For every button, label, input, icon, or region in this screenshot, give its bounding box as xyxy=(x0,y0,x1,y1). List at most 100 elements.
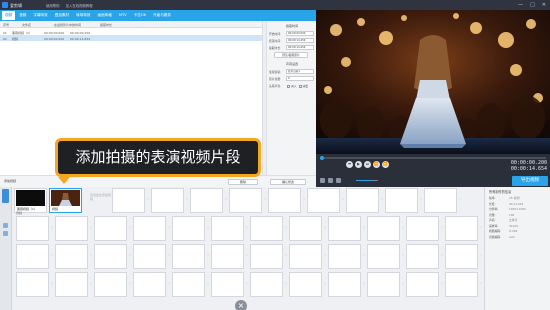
end-time-field[interactable]: 00:00:14.454 xyxy=(286,38,314,43)
empty-clip-slot[interactable] xyxy=(16,244,49,269)
empty-clip-slot[interactable] xyxy=(328,244,361,269)
empty-clip-slot[interactable] xyxy=(172,272,205,297)
tab-audio[interactable]: 音频 xyxy=(16,11,29,20)
fade-in-label: 淡入 xyxy=(291,84,297,88)
empty-clip-slot[interactable] xyxy=(151,188,184,213)
seek-bar[interactable] xyxy=(320,155,546,160)
empty-clip-slot[interactable] xyxy=(250,216,283,241)
fast-forward-icon[interactable]: ⏩ xyxy=(382,161,389,168)
volume-slider[interactable]: 0 xyxy=(286,76,314,81)
empty-clip-slot[interactable] xyxy=(268,188,301,213)
tab-transitions[interactable]: 转场特效 xyxy=(73,11,93,20)
empty-clip-slot[interactable] xyxy=(16,216,49,241)
empty-clip-slot[interactable] xyxy=(211,244,244,269)
confirm-button[interactable]: 确认修改 xyxy=(270,179,306,185)
empty-clip-slot[interactable] xyxy=(328,272,361,297)
empty-clip-slot[interactable] xyxy=(445,216,478,241)
fade-out-checkbox[interactable] xyxy=(298,84,302,88)
playback-buttons: ⏮ ▶ ⏭ ⏪ ⏩ xyxy=(346,161,389,168)
tab-video[interactable]: 视频 xyxy=(2,11,16,20)
add-video-button[interactable]: 添加视频 xyxy=(4,178,24,184)
empty-clip-slot[interactable] xyxy=(172,244,205,269)
empty-clip-slot[interactable] xyxy=(307,188,340,213)
app-title: 爱剪辑 xyxy=(10,3,22,8)
empty-clip-slot[interactable] xyxy=(112,188,145,213)
empty-clip-slot[interactable] xyxy=(133,244,166,269)
empty-clip-slot[interactable] xyxy=(445,244,478,269)
minimize-icon[interactable]: — xyxy=(518,2,523,8)
empty-clip-slot[interactable] xyxy=(289,272,322,297)
volume-bar[interactable] xyxy=(356,180,378,181)
volume-fill xyxy=(356,180,371,181)
empty-clip-slot[interactable] xyxy=(367,244,400,269)
empty-clip-slot[interactable] xyxy=(94,216,127,241)
empty-clip-slot[interactable] xyxy=(172,216,205,241)
export-video-button[interactable]: 导出视频 xyxy=(512,176,548,186)
tab-subtitle-effects[interactable]: 字幕特效 xyxy=(30,11,50,20)
maximize-icon[interactable]: □ xyxy=(530,2,535,8)
volume-row: 原片音量: 0 xyxy=(269,76,316,81)
zoom-out-icon[interactable] xyxy=(3,231,8,236)
tab-mtv[interactable]: MTV xyxy=(116,11,130,20)
clip-video[interactable]: 视频 xyxy=(49,188,82,213)
empty-clip-slot[interactable] xyxy=(211,216,244,241)
track-select[interactable]: 原片音轨1 xyxy=(286,69,314,74)
empty-clip-slot[interactable] xyxy=(229,188,262,213)
tab-overlay[interactable]: 叠加素材 xyxy=(52,11,72,20)
fullscreen-icon[interactable] xyxy=(320,178,325,183)
empty-clip-slot[interactable] xyxy=(445,272,478,297)
snapshot-icon[interactable] xyxy=(328,178,333,183)
empty-clip-slot[interactable] xyxy=(94,272,127,297)
empty-clip-slot[interactable] xyxy=(55,216,88,241)
clip-black[interactable]: 黑幕视频（1） xyxy=(14,188,47,213)
next-icon[interactable]: ⏭ xyxy=(364,161,371,168)
empty-clip-slot[interactable] xyxy=(133,272,166,297)
empty-clip-slot[interactable] xyxy=(133,216,166,241)
fade-in-checkbox[interactable] xyxy=(287,84,290,88)
previous-icon[interactable]: ⏮ xyxy=(346,161,353,168)
tab-style[interactable]: 画面风格 xyxy=(95,11,115,20)
empty-clip-slot[interactable] xyxy=(94,244,127,269)
video-preview[interactable] xyxy=(316,10,550,154)
empty-clip-slot[interactable] xyxy=(289,244,322,269)
tab-karaoke[interactable]: 卡拉OK xyxy=(131,11,149,20)
seek-thumb[interactable] xyxy=(320,155,324,160)
close-timeline-icon[interactable]: × xyxy=(235,300,247,310)
play-icon[interactable]: ▶ xyxy=(355,161,362,168)
empty-clip-slot[interactable] xyxy=(190,188,223,213)
empty-clip-slot[interactable] xyxy=(250,272,283,297)
empty-clip-slot[interactable] xyxy=(385,188,418,213)
table-row-selected[interactable]: 02 视频 00:00:00.200 00:00:14.654 xyxy=(0,35,262,41)
delete-button[interactable]: 删除 xyxy=(228,179,258,185)
duration-row: 截取时长: 00:00:14.454 xyxy=(269,45,316,50)
zoom-in-icon[interactable] xyxy=(3,223,8,228)
start-time-field[interactable]: 00:00:00.000 xyxy=(286,31,314,36)
empty-clip-slot[interactable] xyxy=(16,272,49,297)
preview-trim-button[interactable]: 预览/截取原片 xyxy=(274,52,308,58)
empty-clip-slot[interactable] xyxy=(289,216,322,241)
empty-clip-slot[interactable] xyxy=(367,216,400,241)
close-icon[interactable]: ✕ xyxy=(542,2,546,8)
empty-clip-slot[interactable] xyxy=(367,272,400,297)
empty-clip-slot[interactable] xyxy=(55,244,88,269)
info-value: H.264 xyxy=(509,229,518,233)
help-menu[interactable]: 使用帮助 xyxy=(46,3,60,8)
empty-clip-slot[interactable] xyxy=(424,188,457,213)
empty-clip-slot[interactable] xyxy=(406,216,439,241)
row-start: 00:00:00.200 xyxy=(44,36,65,41)
timeline-audio-label: 音频 xyxy=(16,211,23,215)
add-clip-hint[interactable]: 双击此处添加视频 xyxy=(90,193,112,201)
tab-upgrade[interactable]: 升级与服务 xyxy=(150,11,174,20)
empty-clip-slot[interactable] xyxy=(250,244,283,269)
rewind-icon[interactable]: ⏪ xyxy=(373,161,380,168)
empty-clip-slot[interactable] xyxy=(211,272,244,297)
empty-clip-slot[interactable] xyxy=(346,188,379,213)
empty-clip-slot[interactable] xyxy=(406,272,439,297)
callout-pointer xyxy=(58,177,70,184)
empty-clip-slot[interactable] xyxy=(328,216,361,241)
project-info-panel: 所有制作的信息 帧率: 25 帧/秒 长度: 00:14.654 分辨率: 1920×10… xyxy=(484,187,550,310)
volume-icon[interactable] xyxy=(336,178,341,183)
empty-clip-slot[interactable] xyxy=(55,272,88,297)
empty-clip-slot[interactable] xyxy=(406,244,439,269)
tutorial-menu[interactable]: 加入在线视频教程 xyxy=(66,3,93,8)
